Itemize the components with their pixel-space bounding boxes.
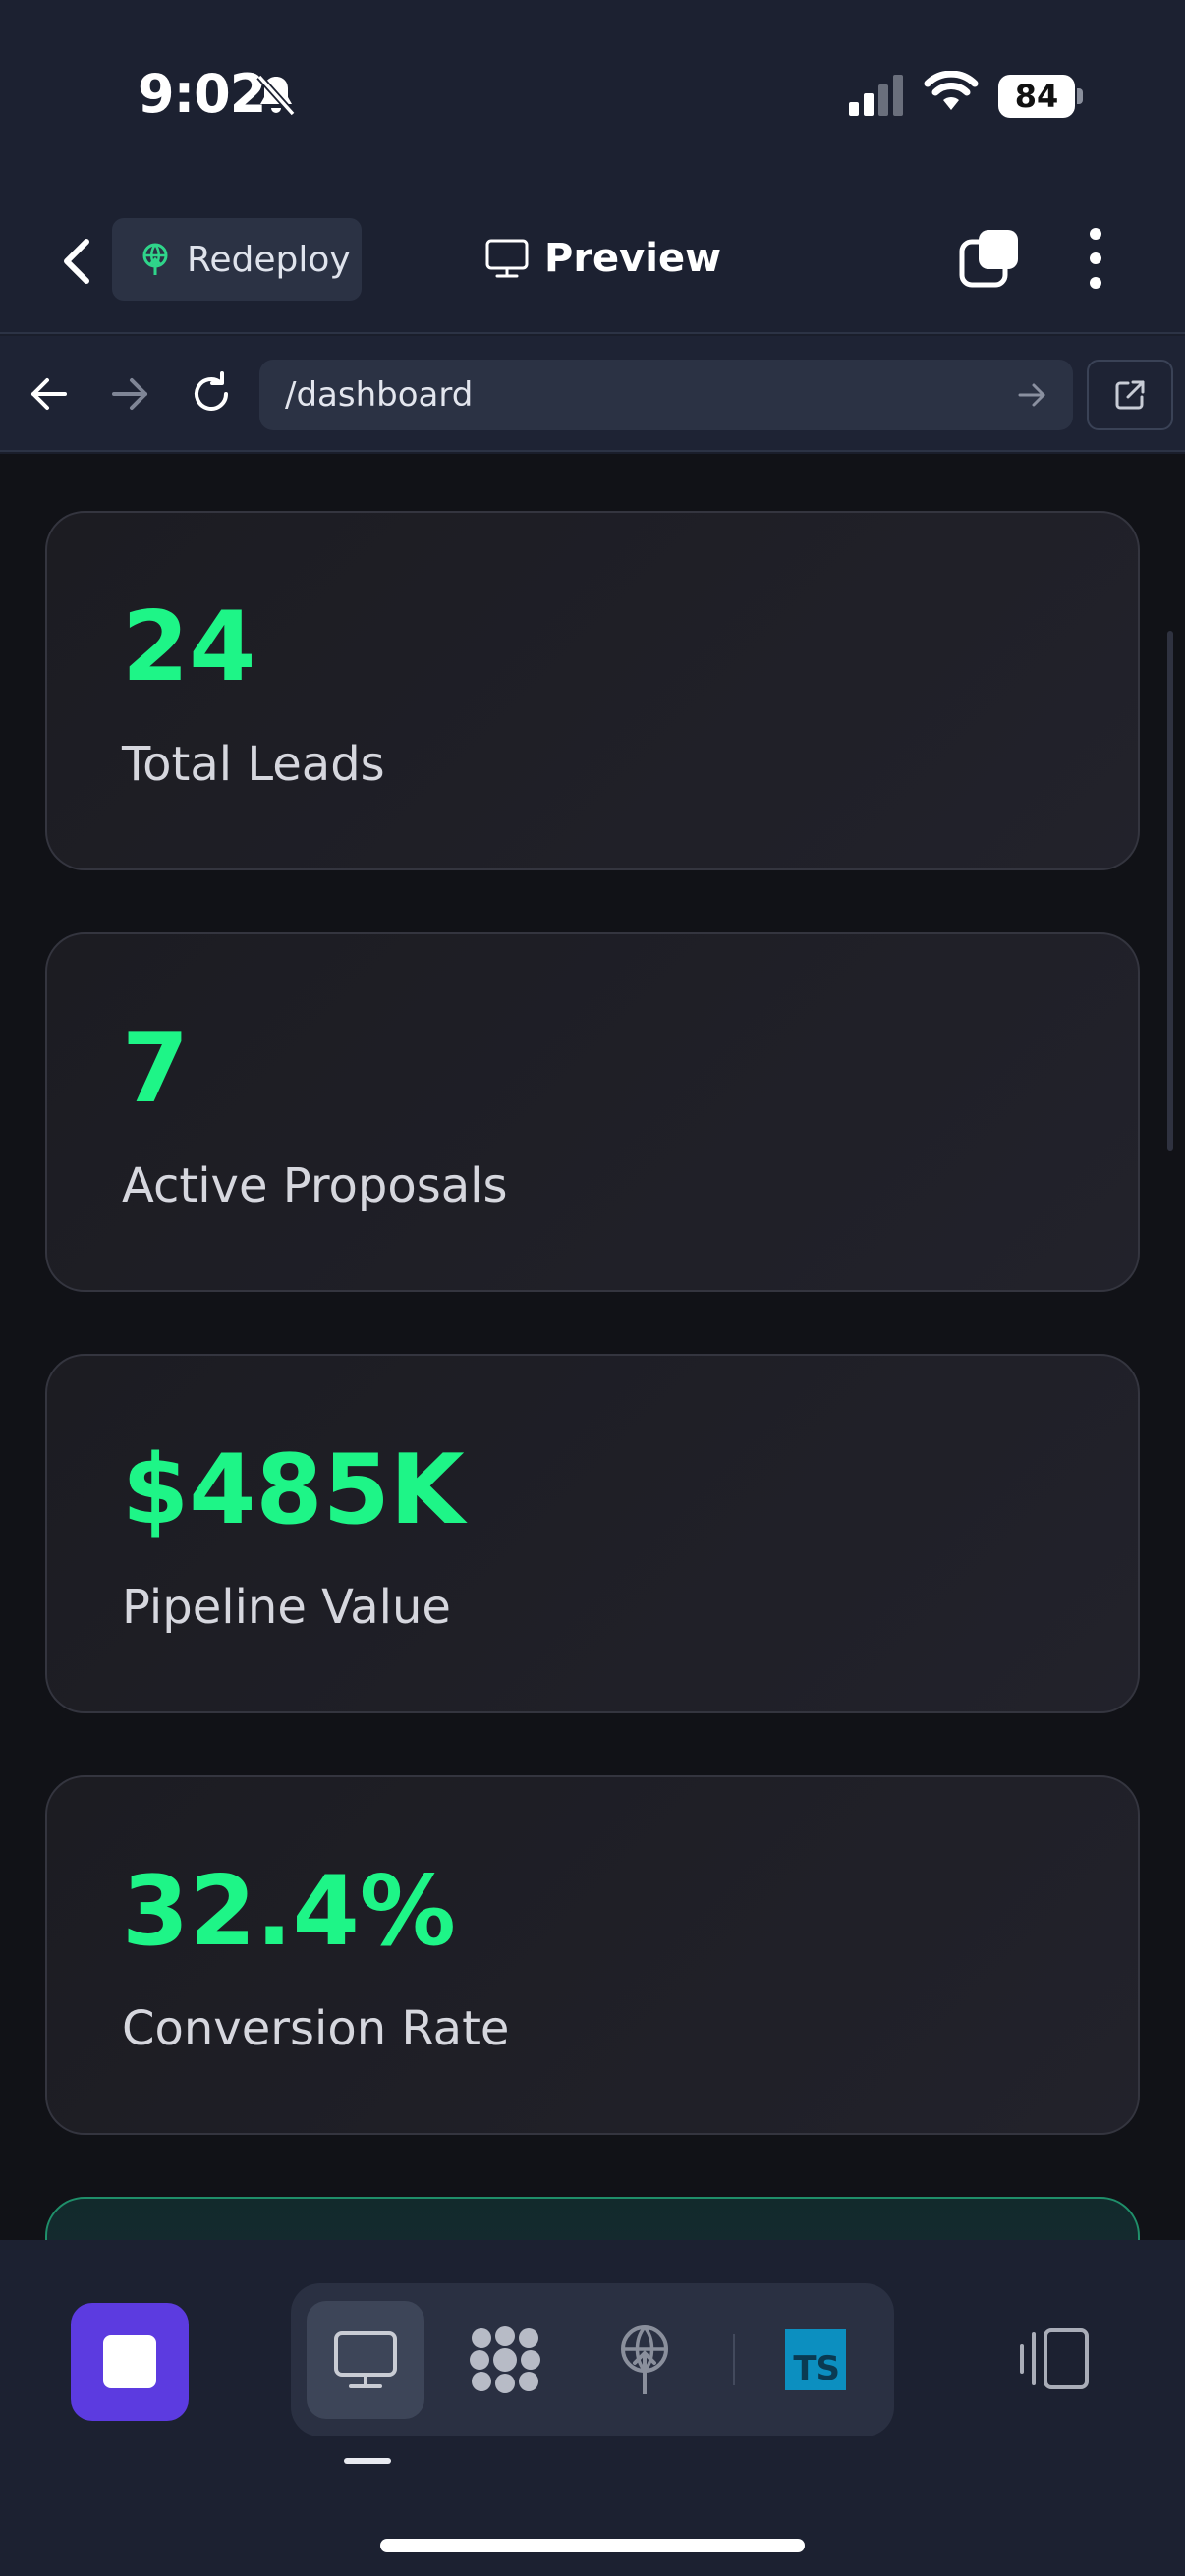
- scrollbar[interactable]: [1167, 631, 1173, 1151]
- preview-title: Preview: [485, 236, 721, 281]
- bell-slash-icon: [256, 74, 296, 117]
- url-text: /dashboard: [285, 375, 474, 415]
- redeploy-label: Redeploy: [187, 239, 351, 280]
- monitor-icon: [485, 239, 529, 278]
- status-time: 9:02: [138, 63, 266, 125]
- metric-card-pipeline-value: $485K Pipeline Value: [45, 1354, 1140, 1713]
- external-link-icon: [1115, 380, 1145, 410]
- status-bar: 9:02 84: [0, 0, 1185, 187]
- metric-card-active-proposals: 7 Active Proposals: [45, 932, 1140, 1292]
- refresh-icon[interactable]: [187, 369, 236, 419]
- tool-workflow[interactable]: [446, 2301, 564, 2419]
- more-vertical-icon[interactable]: [1081, 226, 1110, 291]
- browser-back-icon[interactable]: [24, 369, 73, 419]
- deploy-globe-icon: [621, 2325, 668, 2394]
- typescript-icon: TS: [785, 2329, 846, 2390]
- tool-deploy[interactable]: [586, 2301, 704, 2419]
- url-input[interactable]: /dashboard: [259, 360, 1073, 430]
- preview-monitor-icon: [334, 2331, 397, 2388]
- metric-label: Pipeline Value: [122, 1580, 451, 1635]
- ts-label: TS: [793, 2349, 840, 2388]
- metric-value: $485K: [122, 1434, 465, 1546]
- metric-label: Conversion Rate: [122, 2001, 510, 2056]
- metric-label: Total Leads: [122, 737, 385, 792]
- deploy-globe-icon: [142, 243, 168, 275]
- preview-label: Preview: [544, 236, 722, 281]
- tabs-icon[interactable]: [959, 228, 1020, 289]
- bottom-toolbar: TS: [0, 2240, 1185, 2576]
- side-panel-icon[interactable]: [1018, 2324, 1093, 2393]
- open-external-button[interactable]: [1087, 360, 1173, 430]
- browser-forward-icon[interactable]: [106, 369, 155, 419]
- cellular-signal-icon: [849, 75, 903, 116]
- metric-card-conversion-rate: 32.4% Conversion Rate: [45, 1775, 1140, 2135]
- tool-typescript[interactable]: TS: [757, 2301, 875, 2419]
- stop-button[interactable]: [71, 2303, 189, 2421]
- partial-card: [45, 2197, 1140, 2240]
- back-chevron-icon[interactable]: [49, 232, 104, 291]
- metric-value: 7: [122, 1013, 190, 1125]
- toolbar-divider: [733, 2334, 735, 2385]
- go-arrow-icon[interactable]: [1012, 375, 1051, 415]
- browser-bar: /dashboard: [0, 336, 1185, 452]
- redeploy-button[interactable]: Redeploy: [112, 218, 362, 301]
- metric-value: 24: [122, 591, 256, 703]
- tool-group: TS: [291, 2283, 894, 2436]
- metric-card-total-leads: 24 Total Leads: [45, 511, 1140, 870]
- tool-preview[interactable]: [307, 2301, 424, 2419]
- wifi-icon: [924, 71, 979, 110]
- battery-icon: 84: [998, 75, 1083, 118]
- active-tab-indicator: [344, 2458, 391, 2464]
- metric-value: 32.4%: [122, 1856, 456, 1968]
- metric-label: Active Proposals: [122, 1158, 508, 1213]
- grid-dots-icon: [470, 2326, 540, 2393]
- battery-level: 84: [1014, 78, 1059, 115]
- dashboard-content[interactable]: 24 Total Leads 7 Active Proposals $485K …: [0, 454, 1185, 2240]
- stop-icon: [103, 2335, 156, 2388]
- home-indicator: [380, 2539, 805, 2552]
- app-header: Redeploy Preview: [0, 187, 1185, 334]
